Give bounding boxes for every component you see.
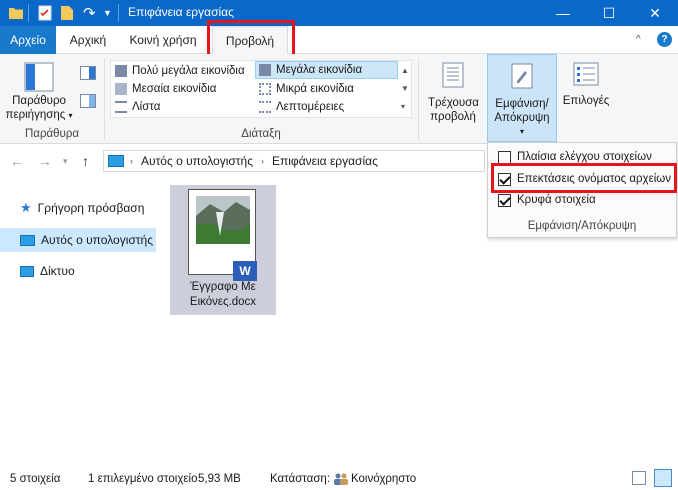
- layout-medium-icons[interactable]: Μεσαία εικονίδια: [112, 80, 216, 98]
- gallery-scroll[interactable]: ▲ ▼ ▾: [401, 62, 409, 116]
- large-icons-icon: [259, 64, 271, 76]
- address-bar[interactable]: › Αυτός ο υπολογιστής › Επιφάνεια εργασί…: [103, 150, 485, 172]
- list-icon: [115, 101, 127, 113]
- nav-item-this-pc[interactable]: Αυτός ο υπολογιστής: [0, 228, 156, 252]
- layout-large-icons[interactable]: Μεγάλα εικονίδια: [255, 61, 398, 79]
- word-icon: W: [233, 261, 257, 281]
- help-icon[interactable]: ?: [657, 32, 672, 47]
- details-view-icon[interactable]: [632, 471, 646, 485]
- extra-large-icons-icon: [115, 65, 127, 77]
- medium-icons-icon: [115, 83, 127, 95]
- details-icon: [259, 101, 271, 113]
- customize-toolbar-icon[interactable]: ▼: [103, 4, 112, 22]
- state-label: Κατάσταση:: [270, 473, 331, 485]
- ribbon-tabs: Αρχείο Αρχική Κοινή χρήση Προβολή ^ ?: [0, 26, 678, 55]
- navigation-pane: ★ Γρήγορη πρόσβαση Αυτός ο υπολογιστής Δ…: [0, 182, 156, 462]
- address-segment[interactable]: Αυτός ο υπολογιστής: [141, 154, 253, 168]
- navigation-pane-button[interactable]: Παράθυρο περιήγησης ▾: [2, 94, 76, 123]
- hidden-items-option[interactable]: Κρυφά στοιχεία: [498, 191, 596, 209]
- layout-list[interactable]: Λίστα: [112, 98, 160, 116]
- layout-label: Μικρά εικονίδια: [276, 83, 354, 95]
- current-view-icon: [442, 62, 464, 92]
- star-icon: ★: [20, 200, 32, 215]
- show-hide-group-label: Εμφάνιση/Απόκρυψη: [527, 220, 637, 232]
- recent-locations-icon[interactable]: ▾: [63, 156, 68, 167]
- nav-item-network[interactable]: Δίκτυο: [0, 259, 156, 283]
- show-hide-label: Εμφάνιση/ Απόκρυψη: [494, 98, 550, 124]
- nav-item-label: Γρήγορη πρόσβαση: [37, 201, 145, 215]
- item-count: 5 στοιχεία: [10, 473, 61, 485]
- small-icons-icon: [259, 83, 271, 95]
- window-title: Επιφάνεια εργασίας: [128, 5, 234, 19]
- layout-details[interactable]: Λεπτομέρειες: [256, 98, 344, 116]
- layout-label: Μεσαία εικονίδια: [132, 83, 217, 95]
- tab-share[interactable]: Κοινή χρήση: [120, 26, 206, 54]
- maximize-button[interactable]: ☐: [586, 0, 632, 26]
- hidden-items-label: Κρυφά στοιχεία: [517, 194, 596, 206]
- navigation-pane-icon: [24, 62, 54, 95]
- computer-icon: [108, 155, 124, 167]
- item-check-boxes-checkbox[interactable]: [498, 150, 511, 164]
- item-check-boxes-label: Πλαίσια ελέγχου στοιχείων: [517, 151, 652, 163]
- layout-extra-large-icons[interactable]: Πολύ μεγάλα εικονίδια: [112, 62, 245, 80]
- layout-label: Πολύ μεγάλα εικονίδια: [132, 65, 245, 77]
- options-label: Επιλογές: [562, 95, 610, 107]
- minimize-button[interactable]: —: [540, 0, 586, 26]
- layout-group-label: Διάταξη: [241, 128, 281, 140]
- details-pane-icon[interactable]: [80, 94, 96, 111]
- show-hide-icon: [511, 63, 533, 93]
- title-bar: ↷ ▼ Επιφάνεια εργασίας — ☐ ✕: [0, 0, 678, 26]
- properties-icon[interactable]: [38, 4, 52, 22]
- state-value: Κοινόχρηστο: [351, 473, 417, 485]
- nav-item-quick-access[interactable]: ★ Γρήγορη πρόσβαση: [0, 196, 156, 220]
- shared-users-icon: [333, 473, 349, 485]
- file-item[interactable]: W Έγγραφο Με Εικόνες.docx: [170, 185, 276, 315]
- back-icon[interactable]: ←: [10, 153, 24, 169]
- nav-item-label: Δίκτυο: [40, 264, 75, 278]
- options-button[interactable]: Επιλογές: [560, 54, 612, 128]
- tab-file[interactable]: Αρχείο: [0, 26, 56, 54]
- folder-icon: [8, 4, 24, 22]
- chevron-right-icon: ›: [260, 156, 264, 166]
- ribbon: Παράθυρο περιήγησης ▾ Παράθυρα Πολύ μεγά…: [0, 54, 678, 144]
- forward-icon[interactable]: →: [38, 153, 52, 169]
- file-name-line: Εικόνες.docx: [189, 296, 257, 308]
- layout-label: Λεπτομέρειες: [276, 101, 345, 113]
- hidden-items-checkbox[interactable]: [498, 193, 511, 207]
- address-segment[interactable]: Επιφάνεια εργασίας: [272, 154, 378, 168]
- status-bar: 5 στοιχεία 1 επιλεγμένο στοιχείο 5,93 MB…: [0, 466, 678, 490]
- layout-label: Λίστα: [132, 101, 161, 113]
- preview-pane-icon[interactable]: [80, 66, 96, 83]
- chevron-up-icon[interactable]: ^: [636, 34, 641, 45]
- undo-icon[interactable]: ↷: [83, 4, 96, 22]
- computer-icon: [20, 234, 35, 246]
- chevron-right-icon: ›: [130, 156, 133, 166]
- extensions-highlight: [491, 163, 677, 193]
- nav-item-label: Αυτός ο υπολογιστής: [41, 233, 153, 247]
- navigation-pane-label: Παράθυρο περιήγησης: [5, 95, 66, 121]
- tab-home[interactable]: Αρχική: [60, 26, 116, 54]
- current-view-label: Τρέχουσα προβολή: [428, 97, 479, 123]
- close-button[interactable]: ✕: [632, 0, 678, 26]
- up-icon[interactable]: ↑: [82, 153, 89, 169]
- layout-small-icons[interactable]: Μικρά εικονίδια: [256, 80, 354, 98]
- current-view-button[interactable]: Τρέχουσα προβολή: [422, 54, 484, 128]
- chevron-down-icon: ▾: [519, 127, 524, 136]
- options-icon: [573, 62, 599, 90]
- file-name-line: Έγγραφο Με: [190, 281, 256, 293]
- network-icon: [20, 265, 34, 277]
- new-folder-icon[interactable]: [60, 4, 74, 22]
- landscape-image: [196, 196, 250, 244]
- selected-count: 1 επιλεγμένο στοιχείο: [88, 473, 198, 485]
- show-hide-button[interactable]: Εμφάνιση/ Απόκρυψη ▾: [487, 54, 557, 142]
- layout-label: Μεγάλα εικονίδια: [276, 64, 363, 76]
- large-icons-view-icon[interactable]: [654, 469, 672, 487]
- panes-group-label: Παράθυρα: [24, 128, 80, 140]
- selected-size: 5,93 MB: [198, 473, 241, 485]
- file-name[interactable]: Έγγραφο Με Εικόνες.docx: [170, 280, 276, 310]
